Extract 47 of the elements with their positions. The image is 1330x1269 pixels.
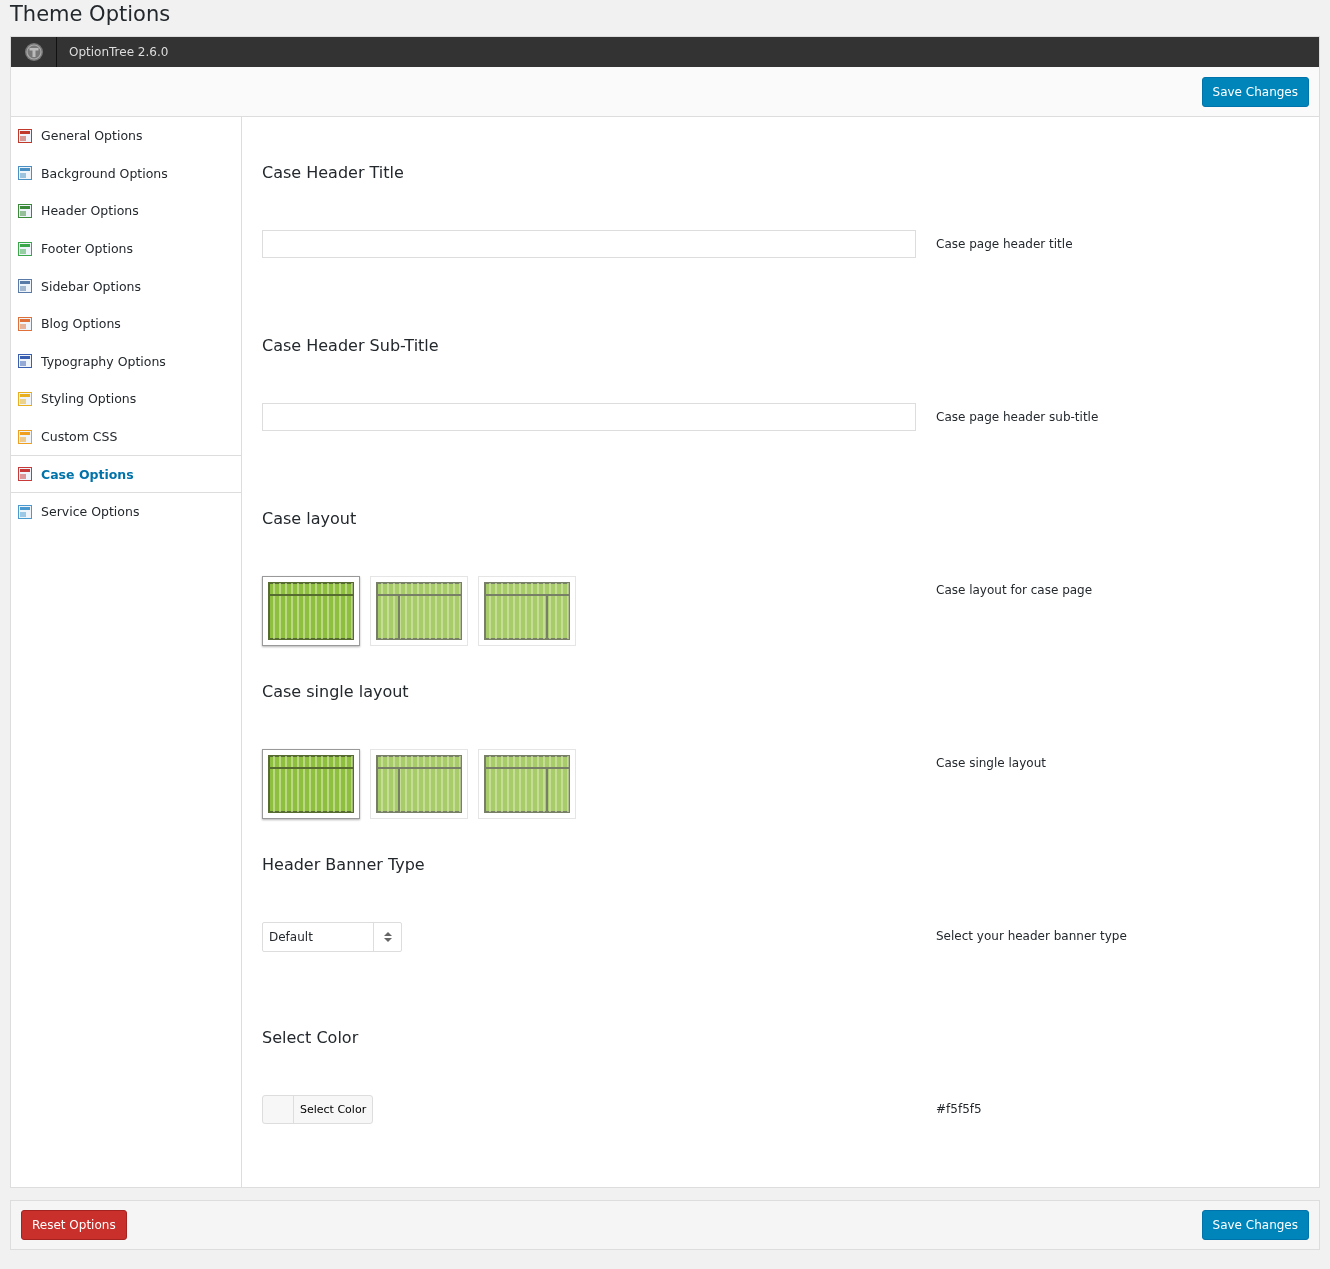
section-icon (17, 315, 33, 332)
sidebar-item[interactable]: General Options (11, 117, 241, 155)
sort-arrows-icon (383, 932, 392, 942)
logo-icon (23, 42, 44, 62)
sidebar-item[interactable]: Background Options (11, 154, 241, 193)
setting-description: Case page header title (936, 236, 1074, 251)
page-title: Theme Options (10, 1, 172, 28)
setting-description: Select your header banner type (936, 928, 1128, 943)
section-icon (17, 127, 33, 144)
sidebar-item[interactable]: Styling Options (11, 380, 241, 418)
setting-title: Case Header Sub-Title (262, 335, 440, 357)
section-icon (17, 503, 33, 520)
setting-title: Case Header Title (262, 162, 405, 184)
color-picker-button[interactable]: Select Color (262, 1095, 374, 1124)
setting-title: Select Color (262, 1027, 360, 1049)
section-icon (17, 165, 33, 182)
save-button[interactable]: Save Changes (1201, 76, 1309, 107)
layout-option[interactable] (262, 576, 360, 646)
sidebar-item[interactable]: Case Options (11, 455, 241, 493)
setting-description: #f5f5f5 (936, 1101, 983, 1116)
setting-description: Case page header sub-title (936, 409, 1100, 424)
section-icon (17, 240, 33, 257)
setting-title: Header Banner Type (262, 854, 426, 876)
select-dropdown[interactable]: Default (262, 922, 402, 952)
section-icon (17, 278, 33, 295)
setting-title: Case layout (262, 508, 358, 530)
sidebar-item[interactable]: Header Options (11, 192, 241, 230)
save-button[interactable]: Save Changes (1201, 1210, 1309, 1240)
section-icon (17, 390, 33, 407)
reset-button[interactable]: Reset Options (21, 1210, 127, 1240)
setting-description: Case layout for case page (936, 582, 1094, 597)
version-label: OptionTree 2.6.0 (68, 45, 169, 59)
sidebar-item[interactable]: Blog Options (11, 304, 241, 343)
setting-title: Case single layout (262, 681, 410, 703)
text-field[interactable] (262, 403, 916, 431)
section-icon (17, 466, 33, 483)
section-icon (17, 203, 33, 219)
section-icon (17, 353, 33, 370)
setting-description: Case single layout (936, 755, 1047, 770)
sidebar-item[interactable]: Service Options (11, 492, 241, 531)
section-icon (17, 428, 33, 445)
layout-option[interactable] (262, 749, 360, 819)
sidebar-item[interactable]: Typography Options (11, 342, 241, 381)
sidebar-item[interactable]: Footer Options (11, 229, 241, 268)
text-field[interactable] (262, 230, 916, 258)
sidebar-item[interactable]: Sidebar Options (11, 267, 241, 305)
sidebar-item[interactable]: Custom CSS (11, 417, 241, 456)
